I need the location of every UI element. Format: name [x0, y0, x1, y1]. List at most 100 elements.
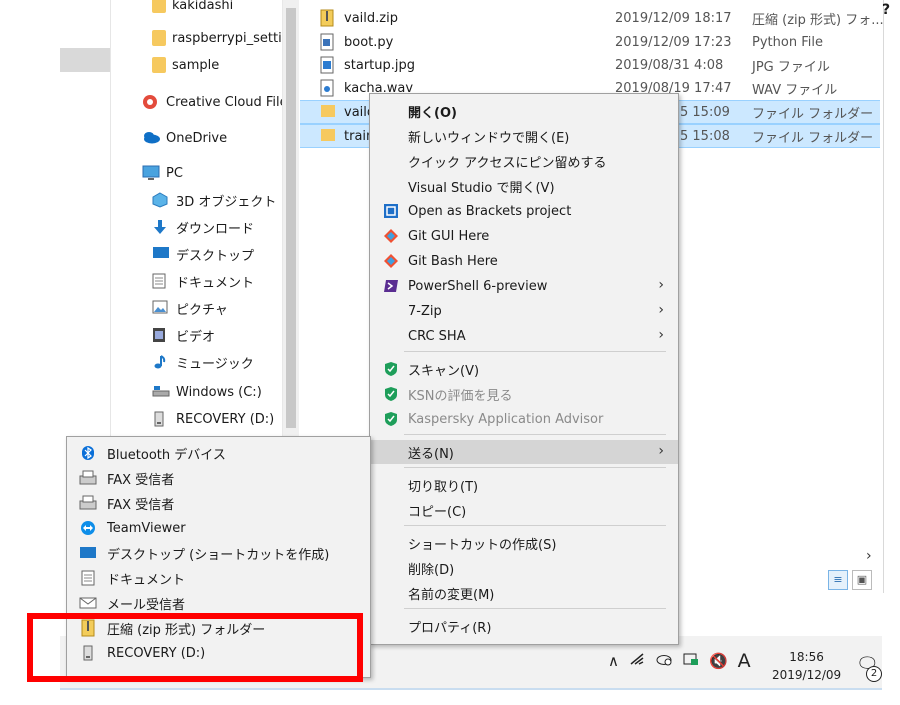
nav-item-label: ミュージック: [176, 356, 254, 372]
file-row[interactable]: vaild.zip 2019/12/09 18:17 圧縮 (zip 形式) フ…: [300, 7, 884, 29]
folder-icon: [320, 127, 336, 145]
menu-item-label: Kaspersky Application Advisor: [408, 411, 604, 427]
menu-item-brackets[interactable]: Open as Brackets project: [370, 199, 678, 223]
menu-item-label: クイック アクセスにピン留めする: [408, 155, 607, 171]
submenu-item-label: FAX 受信者: [107, 497, 175, 513]
menu-item-open[interactable]: 開く(O): [370, 99, 678, 123]
menu-item-powershell[interactable]: PowerShell 6-preview ›: [370, 274, 678, 298]
menu-item-cut[interactable]: 切り取り(T): [370, 473, 678, 497]
volume-muted-icon[interactable]: 🔇: [709, 652, 728, 670]
nav-item-pictures[interactable]: ピクチャ: [152, 297, 228, 319]
send-to-bluetooth[interactable]: Bluetooth デバイス: [67, 441, 370, 465]
file-type: 圧縮 (zip 形式) フォ...: [752, 12, 884, 28]
menu-separator: [404, 467, 666, 468]
nav-scrollbar[interactable]: [282, 0, 299, 440]
send-to-documents[interactable]: ドキュメント: [67, 566, 370, 590]
menu-item-properties[interactable]: プロパティ(R): [370, 614, 678, 638]
send-to-mail[interactable]: メール受信者: [67, 591, 370, 615]
menu-item-git-gui[interactable]: Git GUI Here: [370, 224, 678, 248]
file-row[interactable]: boot.py 2019/12/09 17:23 Python File: [300, 31, 880, 53]
send-to-fax[interactable]: FAX 受信者: [67, 491, 370, 515]
notification-center-icon[interactable]: 🗨 2: [856, 654, 882, 682]
nav-item-label: OneDrive: [166, 130, 228, 146]
menu-separator: [404, 434, 666, 435]
large-icons-view-icon[interactable]: ▣: [852, 570, 872, 590]
kaspersky-icon: [382, 410, 400, 428]
menu-item-delete[interactable]: 削除(D): [370, 556, 678, 580]
clock[interactable]: 18:56 2019/12/09: [772, 648, 841, 684]
send-to-desktop[interactable]: デスクトップ (ショートカットを作成): [67, 541, 370, 565]
nav-item-creative-cloud[interactable]: Creative Cloud File: [142, 91, 288, 113]
kaspersky-icon: [382, 385, 400, 403]
network-icon[interactable]: [629, 652, 645, 670]
menu-item-kaspersky-advisor: Kaspersky Application Advisor: [370, 407, 678, 431]
menu-item-pin-quick-access[interactable]: クイック アクセスにピン留めする: [370, 149, 678, 173]
annotation-highlight-box: [27, 613, 363, 682]
menu-item-label: プロパティ(R): [408, 620, 492, 636]
nav-item-sample[interactable]: sample: [152, 54, 219, 76]
menu-item-scan[interactable]: スキャン(V): [370, 357, 678, 381]
menu-item-create-shortcut[interactable]: ショートカットの作成(S): [370, 531, 678, 555]
folder-icon: [152, 0, 166, 13]
submenu-item-label: ドキュメント: [107, 572, 186, 588]
pc-icon: [142, 165, 160, 181]
send-to-fax[interactable]: FAX 受信者: [67, 466, 370, 490]
desktop-icon: [79, 544, 97, 562]
nav-item-label: Creative Cloud File: [166, 94, 288, 110]
nav-item-music[interactable]: ミュージック: [152, 351, 254, 373]
menu-item-crc-sha[interactable]: CRC SHA ›: [370, 324, 678, 348]
nav-item-3d-objects[interactable]: 3D オブジェクト: [152, 189, 276, 211]
send-to-teamviewer[interactable]: TeamViewer: [67, 516, 370, 540]
menu-item-copy[interactable]: コピー(C): [370, 498, 678, 522]
file-row[interactable]: startup.jpg 2019/08/31 4:08 JPG ファイル: [300, 54, 880, 76]
nav-item-onedrive[interactable]: OneDrive: [142, 127, 227, 149]
notification-count: 2: [866, 666, 882, 682]
background-window-edge: [60, 48, 110, 72]
submenu-arrow-icon: ›: [658, 277, 664, 293]
nav-item-desktop[interactable]: デスクトップ: [152, 243, 254, 265]
nav-item-windows-c[interactable]: Windows (C:): [152, 381, 262, 403]
kaspersky-icon: [382, 360, 400, 378]
menu-item-open-new-window[interactable]: 新しいウィンドウで開く(E): [370, 124, 678, 148]
submenu-item-label: TeamViewer: [107, 520, 186, 536]
ime-indicator[interactable]: A: [738, 650, 751, 672]
nav-item-label: Windows (C:): [176, 384, 262, 400]
menu-item-ksn-rating: KSNの評価を見る: [370, 382, 678, 406]
nav-item-documents[interactable]: ドキュメント: [152, 270, 254, 292]
navigation-pane: kakidashi raspberrypi_setti sample Creat…: [116, 0, 288, 440]
nav-item-pc[interactable]: PC: [142, 162, 183, 184]
menu-item-label: 新しいウィンドウで開く(E): [408, 130, 570, 146]
drive-icon: [152, 411, 170, 427]
bluetooth-icon: [79, 444, 97, 462]
file-name: vaild.zip: [344, 10, 398, 26]
kaspersky-tray-icon[interactable]: [683, 652, 699, 670]
submenu-item-label: メール受信者: [107, 597, 186, 613]
nav-item-raspberrypi[interactable]: raspberrypi_setti: [152, 27, 282, 49]
cloud-sync-icon[interactable]: [655, 652, 673, 670]
menu-item-7zip[interactable]: 7-Zip ›: [370, 299, 678, 323]
pictures-icon: [152, 300, 170, 316]
nav-item-label: ダウンロード: [176, 221, 255, 237]
menu-item-git-bash[interactable]: Git Bash Here: [370, 249, 678, 273]
nav-item-recovery-d[interactable]: RECOVERY (D:): [152, 408, 274, 430]
git-icon: [382, 252, 400, 270]
file-type: Python File: [752, 34, 823, 50]
scroll-right-arrow[interactable]: ›: [866, 548, 872, 564]
nav-item-downloads[interactable]: ダウンロード: [152, 216, 254, 238]
nav-item-videos[interactable]: ビデオ: [152, 324, 215, 346]
file-type: JPG ファイル: [752, 59, 830, 75]
nav-scrollbar-thumb[interactable]: [286, 8, 296, 428]
powershell-icon: [382, 277, 400, 295]
file-date: 5 15:08: [680, 128, 730, 144]
menu-item-send-to[interactable]: 送る(N) ›: [370, 440, 678, 464]
fax-icon: [79, 494, 97, 512]
audio-file-icon: [320, 79, 336, 97]
file-type: ファイル フォルダー: [752, 106, 874, 122]
show-hidden-icons-icon[interactable]: ∧: [608, 652, 619, 670]
system-tray: ∧ 🔇 A: [608, 650, 751, 672]
menu-item-open-visual-studio[interactable]: Visual Studio で開く(V): [370, 174, 678, 198]
nav-item-kakidashi[interactable]: kakidashi: [152, 0, 233, 16]
menu-separator: [404, 525, 666, 526]
details-view-icon[interactable]: ≡: [828, 570, 848, 590]
menu-item-rename[interactable]: 名前の変更(M): [370, 581, 678, 605]
